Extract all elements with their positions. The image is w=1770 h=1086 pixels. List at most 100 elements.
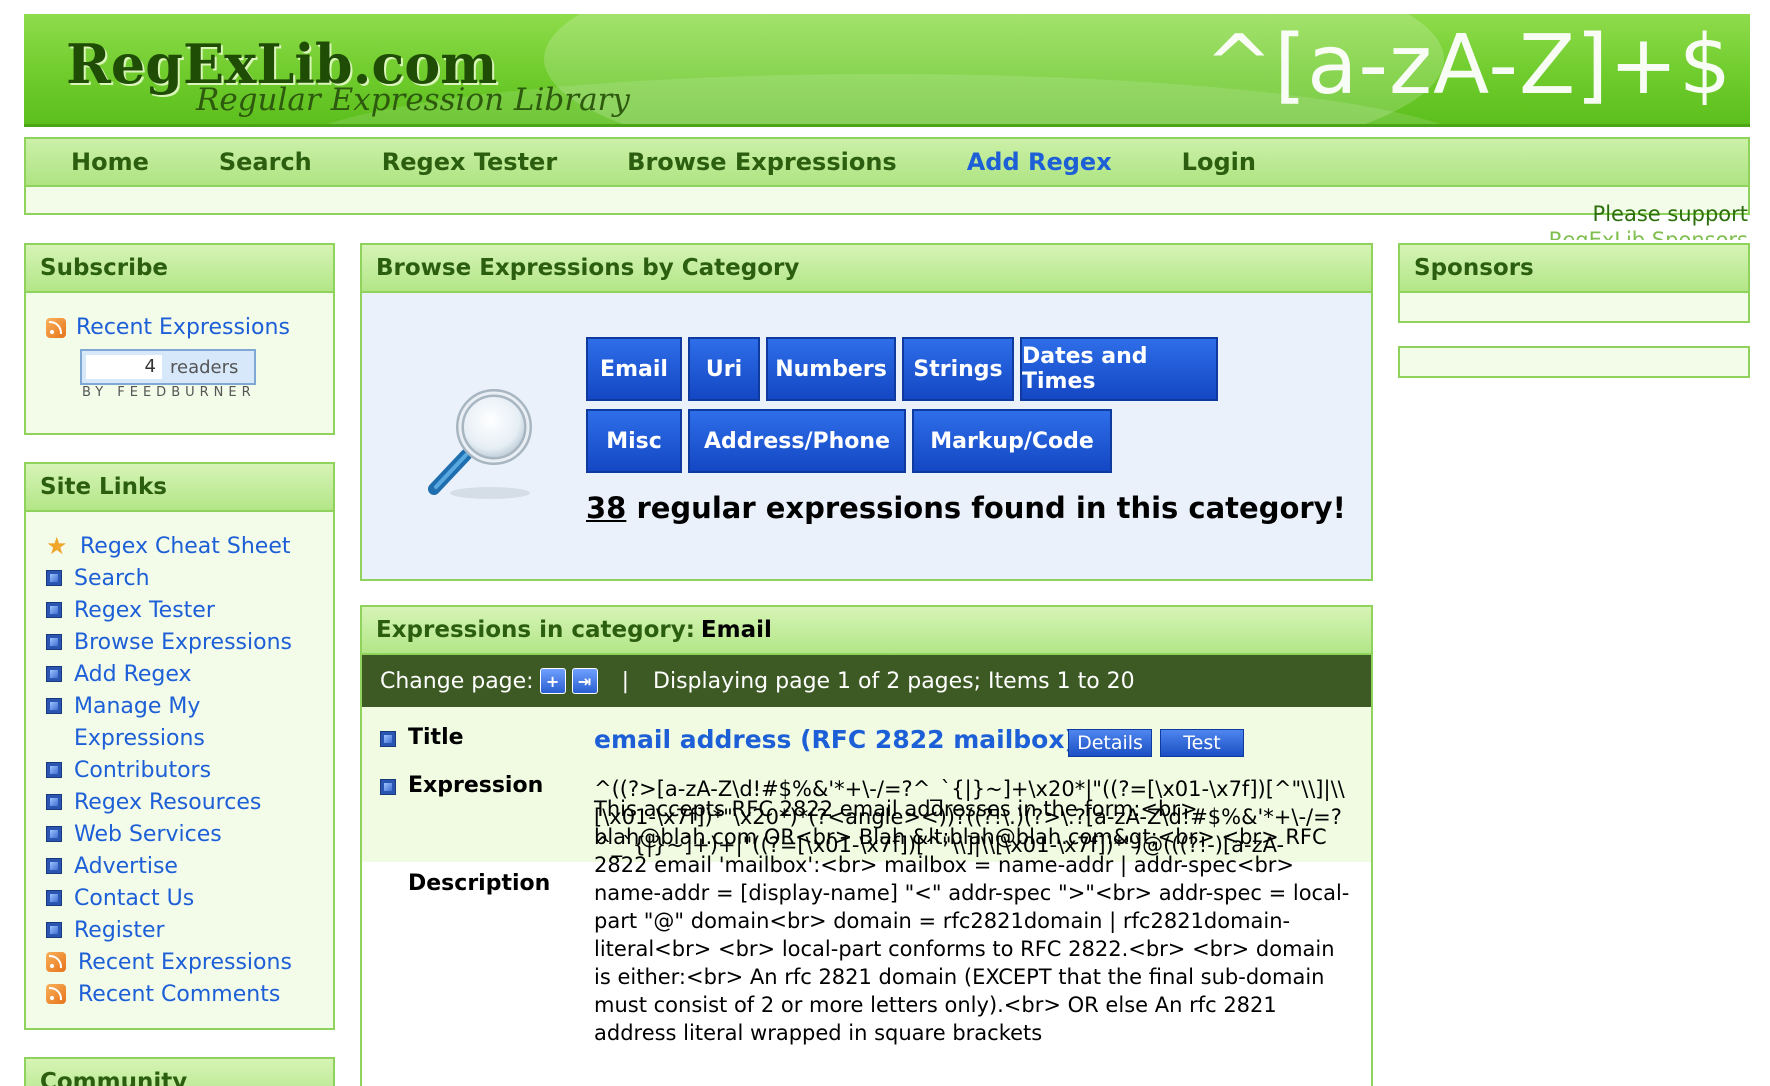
count-number[interactable]: 38: [586, 491, 626, 525]
feed-count: 4: [86, 355, 162, 379]
sitelink-search[interactable]: Search: [46, 562, 292, 594]
nav-browse-expressions[interactable]: Browse Expressions: [627, 148, 897, 176]
browse-category-box: Browse Expressions by Category Email Uri…: [360, 243, 1373, 581]
sitelink-label[interactable]: Expressions: [74, 726, 205, 751]
nav-home[interactable]: Home: [71, 148, 149, 176]
bullet-icon: [46, 570, 62, 586]
description-label: Description: [408, 871, 551, 896]
sitelink-contact-us[interactable]: Contact Us: [46, 882, 292, 914]
sitelink-manage-my[interactable]: Manage My: [46, 690, 292, 722]
site-banner: RegExLib.com Regular Expression Library …: [24, 14, 1750, 127]
sitelink-contributors[interactable]: Contributors: [46, 754, 292, 786]
site-tagline: Regular Expression Library: [196, 82, 630, 118]
nav-bar: Home Search Regex Tester Browse Expressi…: [26, 139, 1748, 187]
category-email-button[interactable]: Email: [586, 337, 682, 401]
main-nav: Home Search Regex Tester Browse Expressi…: [24, 137, 1750, 215]
category-dates-button[interactable]: Dates and Times: [1020, 337, 1218, 401]
title-label: Title: [408, 725, 464, 750]
sitelink-label[interactable]: Recent Comments: [78, 982, 280, 1007]
bullet-icon: [380, 779, 396, 795]
category-numbers-button[interactable]: Numbers: [766, 337, 896, 401]
sitelink-recent-expressions[interactable]: Recent Expressions: [46, 946, 292, 978]
feedburner-badge[interactable]: 4 readers: [80, 349, 256, 385]
banner-regex-text: ^[a-zA-Z]+$: [1204, 18, 1732, 113]
expressions-category: Email: [700, 617, 772, 643]
category-strings-button[interactable]: Strings: [902, 337, 1014, 401]
sitelink-label[interactable]: Web Services: [74, 822, 222, 847]
sitelink-label[interactable]: Contact Us: [74, 886, 194, 911]
bullet-icon: [46, 826, 62, 842]
subscribe-link-label[interactable]: Recent Expressions: [76, 315, 290, 340]
sitelink-manage-my-cont[interactable]: Expressions: [46, 722, 292, 754]
sitelink-advertise[interactable]: Advertise: [46, 850, 292, 882]
sitelink-label[interactable]: Register: [74, 918, 165, 943]
sponsors-box: Sponsors: [1398, 243, 1750, 323]
bullet-icon: [380, 731, 396, 747]
sitelink-label[interactable]: Regex Cheat Sheet: [80, 534, 291, 559]
bullet-icon: [46, 634, 62, 650]
pager-label: Change page:: [380, 668, 534, 694]
sitelink-regex-resources[interactable]: Regex Resources: [46, 786, 292, 818]
expression-label: Expression: [408, 773, 544, 798]
community-box: Community: [24, 1057, 335, 1086]
sponsors-body: [1400, 293, 1748, 321]
sitelink-add-regex[interactable]: Add Regex: [46, 658, 292, 690]
last-page-icon[interactable]: ⇥: [571, 668, 598, 694]
pager-info: Displaying page 1 of 2 pages; Items 1 to…: [653, 668, 1135, 694]
feedburner-caption: BY FEEDBURNER: [82, 385, 256, 400]
sponsor-slot: [1398, 346, 1750, 378]
nav-regex-tester[interactable]: Regex Tester: [382, 148, 557, 176]
sitelink-label[interactable]: Regex Tester: [74, 598, 215, 623]
rss-icon: [46, 952, 66, 972]
browse-title: Browse Expressions by Category: [362, 245, 1371, 293]
sitelink-label[interactable]: Add Regex: [74, 662, 192, 687]
bullet-icon: [46, 762, 62, 778]
sitelink-label[interactable]: Search: [74, 566, 150, 591]
count-text: regular expressions found in this catego…: [626, 491, 1346, 525]
nav-search[interactable]: Search: [219, 148, 312, 176]
bullet-icon: [46, 602, 62, 618]
sitelink-cheat-sheet[interactable]: ★ Regex Cheat Sheet: [46, 530, 292, 562]
rss-icon: [46, 984, 66, 1004]
bullet-icon: [46, 794, 62, 810]
site-links-title: Site Links: [26, 464, 333, 512]
community-title: Community: [26, 1059, 333, 1086]
sitelink-web-services[interactable]: Web Services: [46, 818, 292, 850]
sitelink-browse-expressions[interactable]: Browse Expressions: [46, 626, 292, 658]
category-markup-code-button[interactable]: Markup/Code: [912, 409, 1112, 473]
details-button[interactable]: Details: [1068, 729, 1152, 757]
sitelink-label[interactable]: Contributors: [74, 758, 211, 783]
star-icon: ★: [46, 532, 68, 560]
nav-add-regex[interactable]: Add Regex: [967, 148, 1112, 176]
sitelink-regex-tester[interactable]: Regex Tester: [46, 594, 292, 626]
site-links-list: ★ Regex Cheat Sheet Search Regex Tester B…: [46, 530, 292, 1010]
bullet-icon: [46, 890, 62, 906]
magnifier-icon: [428, 389, 532, 499]
bullet-icon: [46, 922, 62, 938]
sitelink-label[interactable]: Advertise: [74, 854, 178, 879]
category-uri-button[interactable]: Uri: [688, 337, 760, 401]
expressions-title-prefix: Expressions in category:: [376, 617, 695, 643]
sitelink-label[interactable]: Manage My: [74, 694, 200, 719]
support-text-2: RegExLib Sponsors: [1548, 228, 1748, 240]
nav-login[interactable]: Login: [1182, 148, 1256, 176]
subscribe-recent-link[interactable]: Recent Expressions: [46, 315, 290, 340]
sitelink-label[interactable]: Recent Expressions: [78, 950, 292, 975]
sitelink-label[interactable]: Browse Expressions: [74, 630, 292, 655]
pager: Change page: + ⇥ | Displaying page 1 of …: [362, 655, 1371, 707]
sitelink-recent-comments[interactable]: Recent Comments: [46, 978, 292, 1010]
rss-icon: [46, 317, 66, 338]
category-address-phone-button[interactable]: Address/Phone: [688, 409, 906, 473]
pager-separator: |: [621, 668, 630, 694]
browse-body: Email Uri Numbers Strings Dates and Time…: [362, 295, 1371, 579]
description-text: This accepts RFC 2822 email addresses in…: [594, 797, 1350, 1045]
expressions-box: Expressions in category: Email Change pag…: [360, 605, 1373, 1086]
sitelink-register[interactable]: Register: [46, 914, 292, 946]
expression-title-link[interactable]: email address (RFC 2822 mailbox): [594, 725, 1076, 754]
category-misc-button[interactable]: Misc: [586, 409, 682, 473]
next-page-icon[interactable]: +: [539, 668, 566, 694]
expressions-title: Expressions in category: Email: [362, 607, 1371, 655]
test-button[interactable]: Test: [1160, 729, 1244, 757]
bullet-icon: [46, 858, 62, 874]
sitelink-label[interactable]: Regex Resources: [74, 790, 261, 815]
